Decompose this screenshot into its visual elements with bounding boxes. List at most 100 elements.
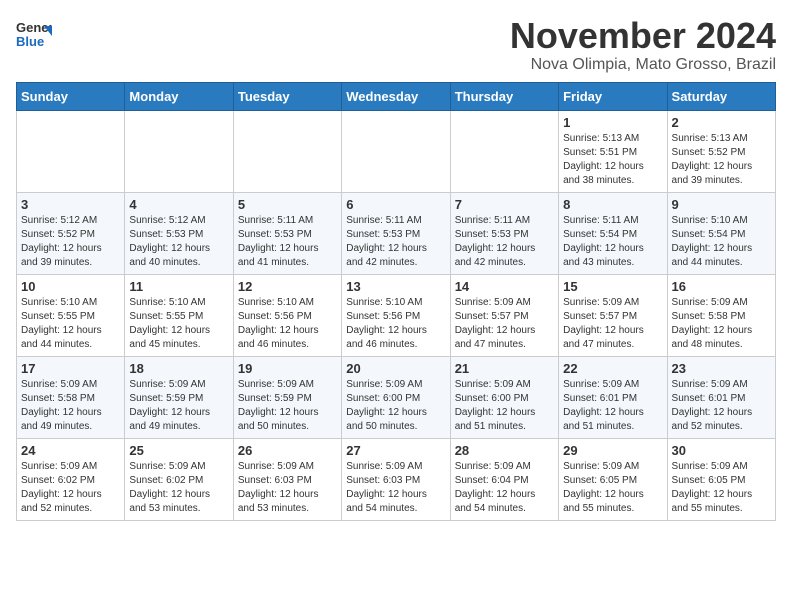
day-info: Sunrise: 5:10 AM Sunset: 5:55 PM Dayligh… bbox=[21, 296, 120, 352]
calendar-cell bbox=[450, 110, 558, 192]
day-info: Sunrise: 5:10 AM Sunset: 5:55 PM Dayligh… bbox=[129, 296, 228, 352]
calendar-week-row: 24 Sunrise: 5:09 AM Sunset: 6:02 PM Dayli… bbox=[17, 438, 776, 520]
day-info: Sunrise: 5:09 AM Sunset: 6:03 PM Dayligh… bbox=[238, 460, 337, 516]
day-number: 11 bbox=[129, 279, 228, 294]
day-info: Sunrise: 5:09 AM Sunset: 6:05 PM Dayligh… bbox=[563, 460, 662, 516]
calendar-cell: 14 Sunrise: 5:09 AM Sunset: 5:57 PM Dayli… bbox=[450, 274, 558, 356]
day-number: 6 bbox=[346, 197, 445, 212]
weekday-header: Tuesday bbox=[233, 82, 341, 110]
calendar-cell bbox=[342, 110, 450, 192]
calendar-week-row: 3 Sunrise: 5:12 AM Sunset: 5:52 PM Daylig… bbox=[17, 192, 776, 274]
calendar-cell: 2Sunrise: 5:13 AM Sunset: 5:52 PM Daylig… bbox=[667, 110, 775, 192]
day-info: Sunrise: 5:09 AM Sunset: 6:01 PM Dayligh… bbox=[563, 378, 662, 434]
calendar-cell: 19 Sunrise: 5:09 AM Sunset: 5:59 PM Dayli… bbox=[233, 356, 341, 438]
location-subtitle: Nova Olimpia, Mato Grosso, Brazil bbox=[510, 56, 776, 74]
day-info: Sunrise: 5:09 AM Sunset: 6:02 PM Dayligh… bbox=[129, 460, 228, 516]
calendar-cell: 8Sunrise: 5:11 AM Sunset: 5:54 PM Daylig… bbox=[559, 192, 667, 274]
calendar-cell bbox=[233, 110, 341, 192]
day-number: 19 bbox=[238, 361, 337, 376]
calendar-cell: 16 Sunrise: 5:09 AM Sunset: 5:58 PM Dayli… bbox=[667, 274, 775, 356]
day-number: 14 bbox=[455, 279, 554, 294]
day-number: 9 bbox=[672, 197, 771, 212]
day-info: Sunrise: 5:09 AM Sunset: 5:57 PM Dayligh… bbox=[563, 296, 662, 352]
weekday-header: Thursday bbox=[450, 82, 558, 110]
calendar-cell: 7Sunrise: 5:11 AM Sunset: 5:53 PM Daylig… bbox=[450, 192, 558, 274]
day-number: 5 bbox=[238, 197, 337, 212]
calendar-cell: 18 Sunrise: 5:09 AM Sunset: 5:59 PM Dayli… bbox=[125, 356, 233, 438]
calendar-cell: 12 Sunrise: 5:10 AM Sunset: 5:56 PM Dayli… bbox=[233, 274, 341, 356]
calendar-cell: 23 Sunrise: 5:09 AM Sunset: 6:01 PM Dayli… bbox=[667, 356, 775, 438]
day-info: Sunrise: 5:12 AM Sunset: 5:52 PM Dayligh… bbox=[21, 214, 120, 270]
calendar-cell: 15Sunrise: 5:09 AM Sunset: 5:57 PM Dayli… bbox=[559, 274, 667, 356]
day-number: 25 bbox=[129, 443, 228, 458]
day-info: Sunrise: 5:09 AM Sunset: 6:03 PM Dayligh… bbox=[346, 460, 445, 516]
day-info: Sunrise: 5:10 AM Sunset: 5:54 PM Dayligh… bbox=[672, 214, 771, 270]
day-info: Sunrise: 5:11 AM Sunset: 5:53 PM Dayligh… bbox=[238, 214, 337, 270]
day-info: Sunrise: 5:09 AM Sunset: 6:00 PM Dayligh… bbox=[455, 378, 554, 434]
day-number: 8 bbox=[563, 197, 662, 212]
day-number: 29 bbox=[563, 443, 662, 458]
calendar-cell: 9 Sunrise: 5:10 AM Sunset: 5:54 PM Daylig… bbox=[667, 192, 775, 274]
day-number: 1 bbox=[563, 115, 662, 130]
day-number: 30 bbox=[672, 443, 771, 458]
day-info: Sunrise: 5:10 AM Sunset: 5:56 PM Dayligh… bbox=[346, 296, 445, 352]
day-number: 22 bbox=[563, 361, 662, 376]
day-number: 23 bbox=[672, 361, 771, 376]
calendar-cell: 11 Sunrise: 5:10 AM Sunset: 5:55 PM Dayli… bbox=[125, 274, 233, 356]
calendar-cell bbox=[17, 110, 125, 192]
calendar-cell: 24 Sunrise: 5:09 AM Sunset: 6:02 PM Dayli… bbox=[17, 438, 125, 520]
calendar-cell: 1 Sunrise: 5:13 AM Sunset: 5:51 PM Daylig… bbox=[559, 110, 667, 192]
calendar-cell: 20Sunrise: 5:09 AM Sunset: 6:00 PM Dayli… bbox=[342, 356, 450, 438]
weekday-header: Friday bbox=[559, 82, 667, 110]
title-block: November 2024 Nova Olimpia, Mato Grosso,… bbox=[510, 16, 776, 74]
calendar-week-row: 10 Sunrise: 5:10 AM Sunset: 5:55 PM Dayli… bbox=[17, 274, 776, 356]
calendar-cell bbox=[125, 110, 233, 192]
day-number: 10 bbox=[21, 279, 120, 294]
calendar-cell: 29 Sunrise: 5:09 AM Sunset: 6:05 PM Dayli… bbox=[559, 438, 667, 520]
day-info: Sunrise: 5:09 AM Sunset: 5:58 PM Dayligh… bbox=[21, 378, 120, 434]
day-info: Sunrise: 5:09 AM Sunset: 5:59 PM Dayligh… bbox=[238, 378, 337, 434]
calendar-header-row: SundayMondayTuesdayWednesdayThursdayFrid… bbox=[17, 82, 776, 110]
weekday-header: Monday bbox=[125, 82, 233, 110]
calendar-cell: 25 Sunrise: 5:09 AM Sunset: 6:02 PM Dayli… bbox=[125, 438, 233, 520]
day-info: Sunrise: 5:09 AM Sunset: 6:02 PM Dayligh… bbox=[21, 460, 120, 516]
day-info: Sunrise: 5:13 AM Sunset: 5:52 PM Dayligh… bbox=[672, 132, 771, 188]
calendar-cell: 28 Sunrise: 5:09 AM Sunset: 6:04 PM Dayli… bbox=[450, 438, 558, 520]
calendar-cell: 17Sunrise: 5:09 AM Sunset: 5:58 PM Dayli… bbox=[17, 356, 125, 438]
calendar-cell: 21 Sunrise: 5:09 AM Sunset: 6:00 PM Dayli… bbox=[450, 356, 558, 438]
calendar-week-row: 1 Sunrise: 5:13 AM Sunset: 5:51 PM Daylig… bbox=[17, 110, 776, 192]
day-info: Sunrise: 5:09 AM Sunset: 6:00 PM Dayligh… bbox=[346, 378, 445, 434]
calendar-table: SundayMondayTuesdayWednesdayThursdayFrid… bbox=[16, 82, 776, 521]
day-number: 3 bbox=[21, 197, 120, 212]
calendar-cell: 10 Sunrise: 5:10 AM Sunset: 5:55 PM Dayli… bbox=[17, 274, 125, 356]
calendar-cell: 6 Sunrise: 5:11 AM Sunset: 5:53 PM Daylig… bbox=[342, 192, 450, 274]
weekday-header: Sunday bbox=[17, 82, 125, 110]
day-info: Sunrise: 5:12 AM Sunset: 5:53 PM Dayligh… bbox=[129, 214, 228, 270]
calendar-cell: 13Sunrise: 5:10 AM Sunset: 5:56 PM Dayli… bbox=[342, 274, 450, 356]
page-header: General Blue November 2024 Nova Olimpia,… bbox=[16, 16, 776, 74]
day-number: 24 bbox=[21, 443, 120, 458]
day-number: 12 bbox=[238, 279, 337, 294]
day-info: Sunrise: 5:11 AM Sunset: 5:53 PM Dayligh… bbox=[455, 214, 554, 270]
calendar-cell: 3 Sunrise: 5:12 AM Sunset: 5:52 PM Daylig… bbox=[17, 192, 125, 274]
day-number: 16 bbox=[672, 279, 771, 294]
day-info: Sunrise: 5:09 AM Sunset: 6:04 PM Dayligh… bbox=[455, 460, 554, 516]
svg-text:Blue: Blue bbox=[16, 34, 44, 49]
day-info: Sunrise: 5:10 AM Sunset: 5:56 PM Dayligh… bbox=[238, 296, 337, 352]
day-info: Sunrise: 5:09 AM Sunset: 5:57 PM Dayligh… bbox=[455, 296, 554, 352]
day-number: 26 bbox=[238, 443, 337, 458]
day-number: 28 bbox=[455, 443, 554, 458]
day-info: Sunrise: 5:13 AM Sunset: 5:51 PM Dayligh… bbox=[563, 132, 662, 188]
day-number: 21 bbox=[455, 361, 554, 376]
day-number: 18 bbox=[129, 361, 228, 376]
month-year-title: November 2024 bbox=[510, 16, 776, 56]
day-info: Sunrise: 5:09 AM Sunset: 6:01 PM Dayligh… bbox=[672, 378, 771, 434]
day-info: Sunrise: 5:11 AM Sunset: 5:53 PM Dayligh… bbox=[346, 214, 445, 270]
calendar-cell: 5 Sunrise: 5:11 AM Sunset: 5:53 PM Daylig… bbox=[233, 192, 341, 274]
calendar-cell: 30Sunrise: 5:09 AM Sunset: 6:05 PM Dayli… bbox=[667, 438, 775, 520]
weekday-header: Wednesday bbox=[342, 82, 450, 110]
day-info: Sunrise: 5:09 AM Sunset: 5:58 PM Dayligh… bbox=[672, 296, 771, 352]
weekday-header: Saturday bbox=[667, 82, 775, 110]
day-info: Sunrise: 5:09 AM Sunset: 5:59 PM Dayligh… bbox=[129, 378, 228, 434]
calendar-cell: 22 Sunrise: 5:09 AM Sunset: 6:01 PM Dayli… bbox=[559, 356, 667, 438]
